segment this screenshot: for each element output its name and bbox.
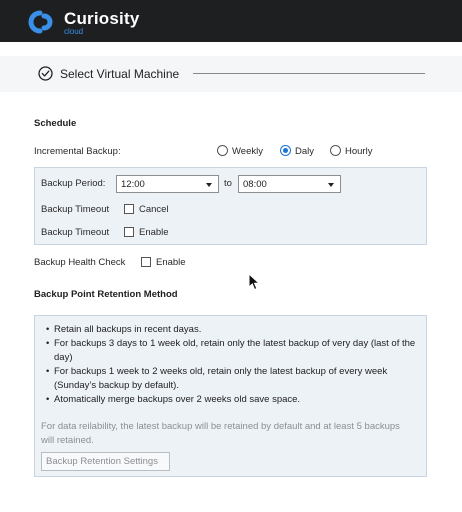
list-item: Retain all backups in recent dayas. — [46, 323, 418, 337]
schedule-heading: Schedule — [34, 118, 77, 129]
radio-weekly-label[interactable]: Weekly — [232, 146, 263, 157]
retention-heading: Backup Point Retention Method — [34, 289, 178, 300]
timeout-enable-label[interactable]: Enable — [139, 227, 169, 238]
curiosity-logo-icon — [28, 10, 53, 34]
timeout-cancel-label[interactable]: Cancel — [139, 204, 169, 215]
brand-name: Curiosity — [64, 9, 140, 28]
timeout-enable-checkbox[interactable] — [124, 227, 134, 237]
retention-rules-list: Retain all backups in recent dayas. For … — [46, 323, 418, 407]
backup-retention-settings-button[interactable]: Backup Retention Settings — [41, 452, 170, 471]
backup-timeout-label: Backup Timeout — [41, 204, 110, 215]
step-divider — [193, 73, 425, 74]
health-check-label: Backup Health Check — [34, 257, 126, 268]
list-item: Atomatically merge backups over 2 weeks … — [46, 393, 418, 407]
radio-hourly-label[interactable]: Hourly — [345, 146, 372, 157]
period-start-select[interactable]: 12:00 — [116, 175, 219, 193]
mouse-pointer-icon — [248, 273, 261, 291]
chevron-down-icon — [328, 183, 334, 187]
period-to-label: to — [224, 178, 232, 189]
brand-subtitle: cloud — [64, 27, 84, 36]
radio-weekly[interactable] — [217, 145, 228, 156]
period-end-value: 08:00 — [243, 179, 267, 190]
radio-hourly[interactable] — [330, 145, 341, 156]
list-item: For backups 1 week to 2 weeks old, retai… — [46, 365, 418, 393]
incremental-backup-label: Incremental Backup: — [34, 146, 121, 157]
backup-period-label: Backup Period: — [41, 178, 106, 189]
backup-timeout-label-2: Backup Timeout — [41, 227, 110, 238]
check-circle-icon — [38, 66, 53, 81]
step-title: Select Virtual Machine — [60, 67, 180, 81]
retention-note: For data reilability, the latest backup … — [41, 421, 400, 446]
health-check-checkbox[interactable] — [141, 257, 151, 267]
health-check-enable-label[interactable]: Enable — [156, 257, 186, 268]
period-start-value: 12:00 — [121, 179, 145, 190]
radio-daily[interactable] — [280, 145, 291, 156]
step-header: Select Virtual Machine — [0, 56, 462, 92]
timeout-cancel-checkbox[interactable] — [124, 204, 134, 214]
chevron-down-icon — [206, 183, 212, 187]
period-end-select[interactable]: 08:00 — [238, 175, 341, 193]
list-item: For backups 3 days to 1 week old, retain… — [46, 337, 418, 365]
radio-daily-label[interactable]: Daly — [295, 146, 314, 157]
top-bar: Curiosity cloud — [0, 0, 462, 42]
